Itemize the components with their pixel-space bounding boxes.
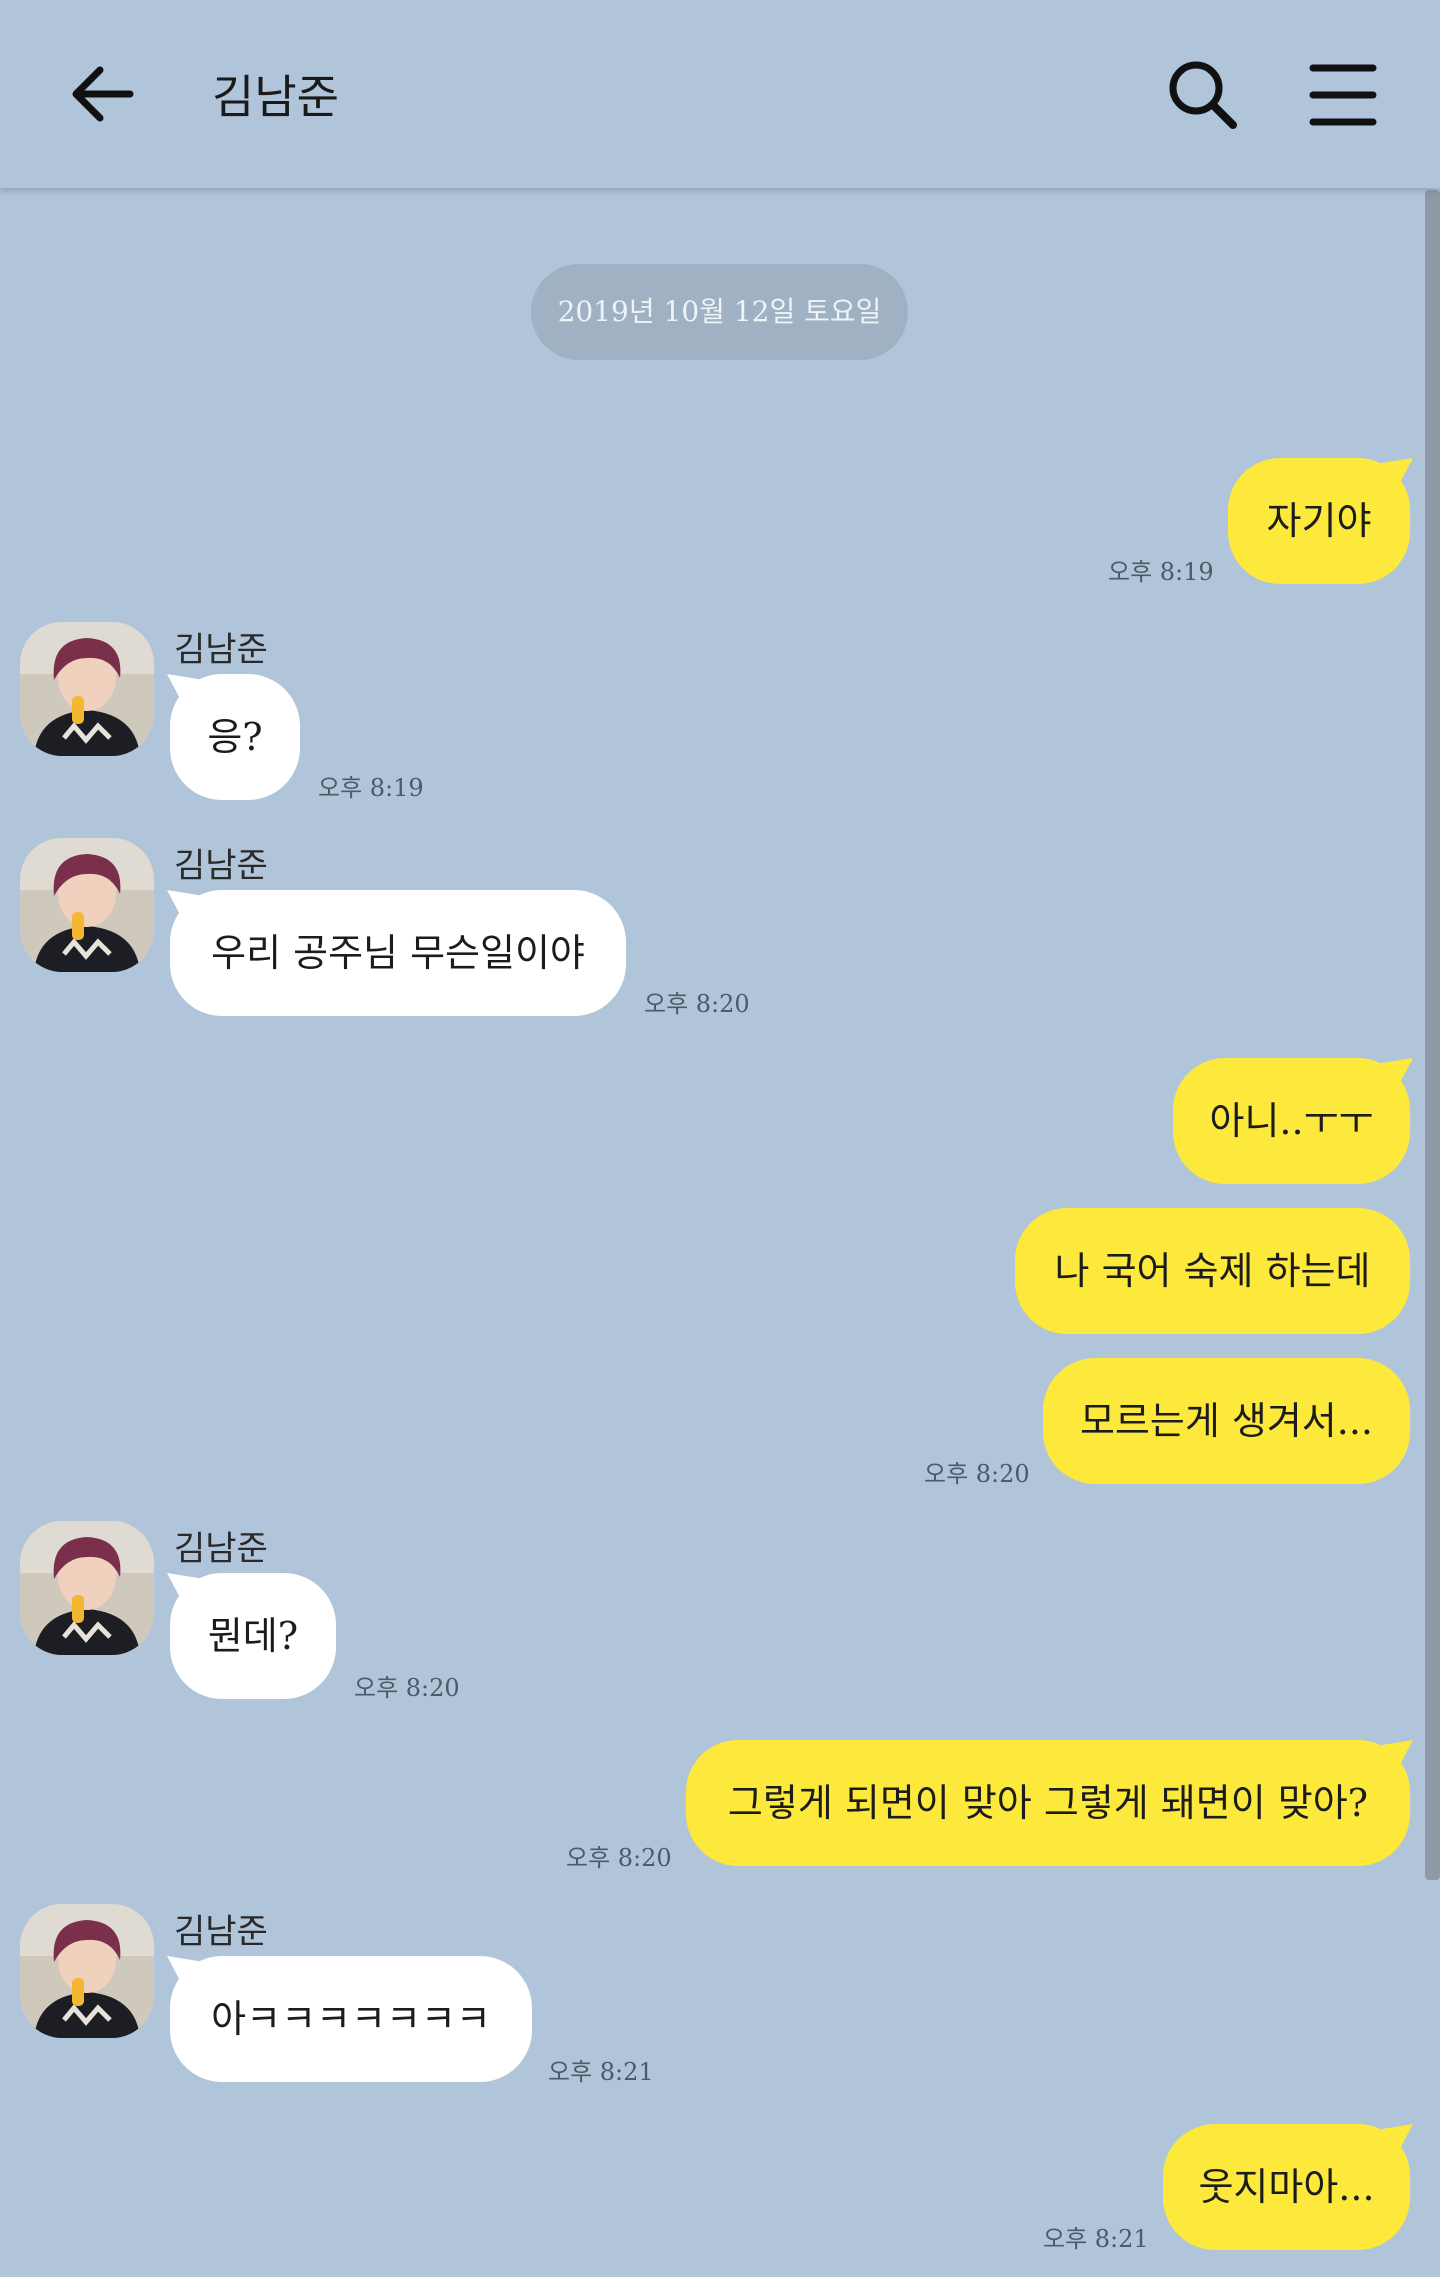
bubble-tail bbox=[167, 1573, 204, 1609]
sender-name: 김남준 bbox=[174, 1912, 268, 1952]
my-message-bubble[interactable]: 모르는게 생겨서... bbox=[1043, 1358, 1410, 1484]
message-text: 나 국어 숙제 하는데 bbox=[1054, 1249, 1371, 1293]
message-time: 오후 8:21 bbox=[548, 2058, 654, 2086]
profile-photo bbox=[20, 1904, 154, 2038]
message-text: 아ㅋㅋㅋㅋㅋㅋㅋ bbox=[211, 1997, 491, 2041]
avatar[interactable] bbox=[20, 1904, 154, 2038]
message-time: 오후 8:19 bbox=[1108, 558, 1214, 586]
my-message-bubble[interactable]: 그렇게 되면이 맞아 그렇게 돼면이 맞아? bbox=[686, 1740, 1410, 1866]
message-text: 우리 공주님 무슨일이야 bbox=[211, 931, 585, 975]
message-time: 오후 8:20 bbox=[924, 1460, 1030, 1488]
back-button[interactable] bbox=[60, 55, 144, 139]
avatar[interactable] bbox=[20, 622, 154, 756]
bubble-tail bbox=[1376, 1740, 1413, 1776]
my-message-bubble[interactable]: 아니..ㅜㅜ bbox=[1173, 1058, 1410, 1184]
message-text: 모르는게 생겨서... bbox=[1079, 1399, 1374, 1443]
avatar[interactable] bbox=[20, 1521, 154, 1655]
message-text: 응? bbox=[207, 715, 263, 759]
arrow-left-icon bbox=[72, 66, 134, 122]
avatar[interactable] bbox=[20, 838, 154, 972]
scrollbar[interactable] bbox=[1425, 190, 1440, 1880]
search-button[interactable] bbox=[1160, 52, 1246, 138]
bubble-tail bbox=[1376, 1058, 1413, 1094]
date-divider: 2019년 10월 12일 토요일 bbox=[531, 264, 908, 360]
message-time: 오후 8:19 bbox=[318, 774, 424, 802]
profile-photo bbox=[20, 838, 154, 972]
profile-photo bbox=[20, 622, 154, 756]
bubble-tail bbox=[167, 1956, 204, 1992]
my-message-bubble[interactable]: 나 국어 숙제 하는데 bbox=[1015, 1208, 1410, 1334]
message-text: 그렇게 되면이 맞아 그렇게 돼면이 맞아? bbox=[727, 1781, 1369, 1825]
sender-name: 김남준 bbox=[174, 630, 268, 670]
message-time: 오후 8:20 bbox=[354, 1674, 460, 1702]
message-time: 오후 8:20 bbox=[644, 990, 750, 1018]
sender-name: 김남준 bbox=[174, 1529, 268, 1569]
their-message-bubble[interactable]: 아ㅋㅋㅋㅋㅋㅋㅋ bbox=[170, 1956, 532, 2082]
message-text: 뭔데? bbox=[207, 1614, 299, 1658]
message-text: 자기야 bbox=[1266, 499, 1372, 543]
chat-title: 김남준 bbox=[212, 70, 339, 124]
sender-name: 김남준 bbox=[174, 846, 268, 886]
message-time: 오후 8:21 bbox=[1043, 2225, 1149, 2253]
bubble-tail bbox=[1376, 2124, 1413, 2160]
profile-photo bbox=[20, 1521, 154, 1655]
chat-header: 김남준 bbox=[0, 0, 1440, 188]
message-time: 오후 8:20 bbox=[566, 1844, 672, 1872]
message-text: 아니..ㅜㅜ bbox=[1209, 1099, 1374, 1143]
message-text: 웃지마아... bbox=[1198, 2165, 1375, 2209]
search-icon bbox=[1169, 61, 1237, 129]
menu-button[interactable] bbox=[1300, 52, 1386, 138]
bubble-tail bbox=[167, 890, 204, 926]
my-message-bubble[interactable]: 웃지마아... bbox=[1163, 2124, 1410, 2250]
bubble-tail bbox=[1376, 458, 1413, 494]
bubble-tail bbox=[167, 674, 204, 710]
hamburger-menu-icon bbox=[1309, 64, 1377, 126]
their-message-bubble[interactable]: 우리 공주님 무슨일이야 bbox=[170, 890, 626, 1016]
